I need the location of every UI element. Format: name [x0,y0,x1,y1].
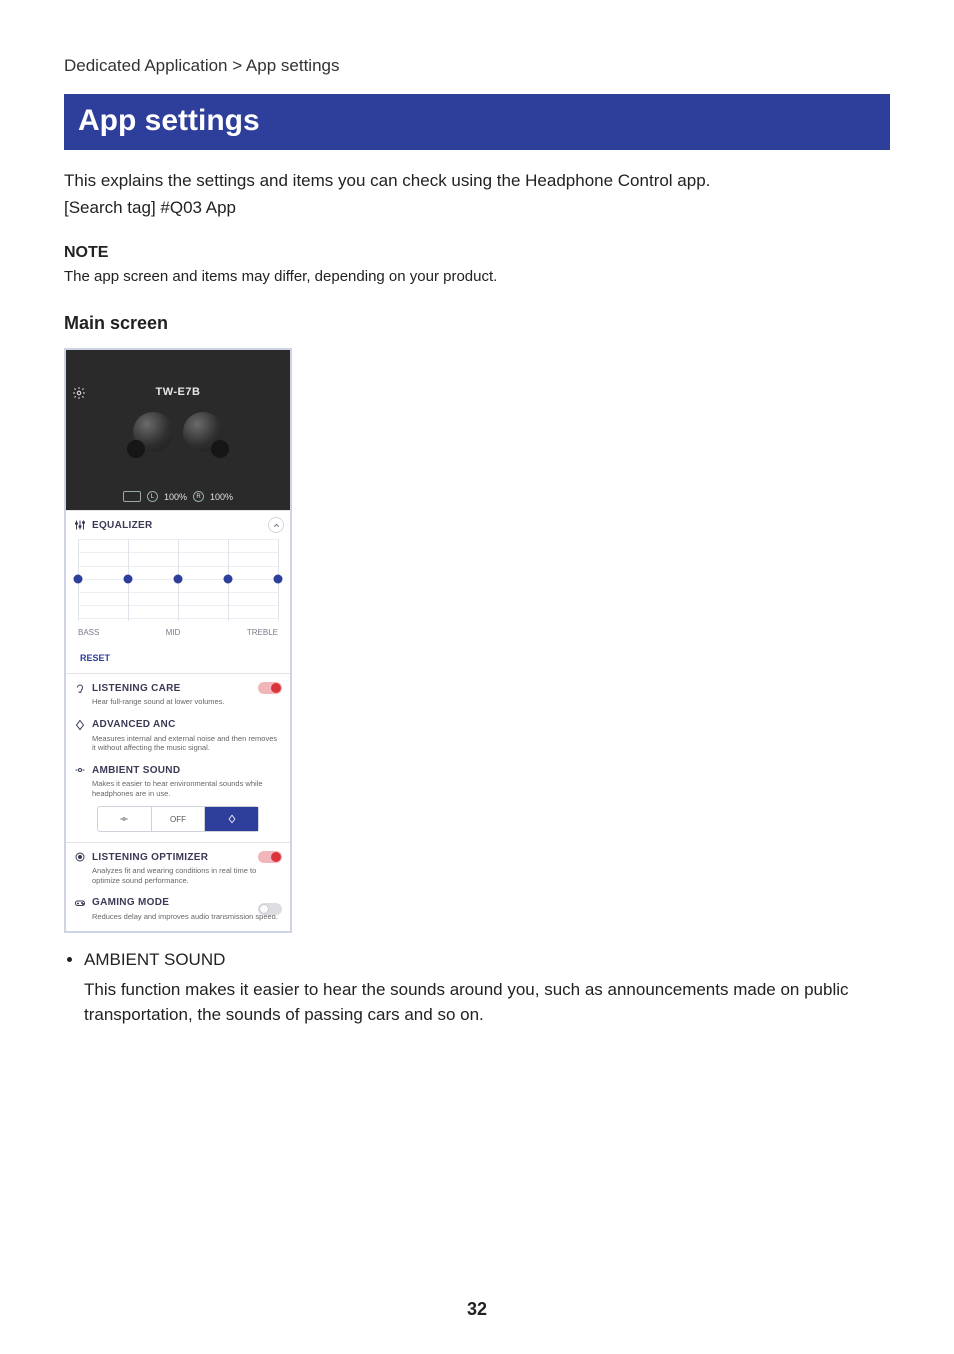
advanced-anc-section: ADVANCED ANC Measures internal and exter… [66,717,290,763]
anc-icon [74,719,86,731]
list-item: AMBIENT SOUND This function makes it eas… [84,947,890,1028]
equalizer-title: EQUALIZER [92,520,152,531]
right-battery-value: 100% [210,492,233,502]
listening-optimizer-desc: Analyzes fit and wearing conditions in r… [92,866,282,885]
intro-text: This explains the settings and items you… [64,168,890,194]
ambient-sound-desc: Makes it easier to hear environmental so… [92,779,282,798]
page-number: 32 [0,1299,954,1320]
right-bud-icon: R [193,491,204,502]
gaming-mode-desc: Reduces delay and improves audio transmi… [92,912,282,921]
listening-care-toggle[interactable] [258,682,282,694]
ear-icon [74,682,86,694]
left-bud-icon: L [147,491,158,502]
case-battery-icon [123,491,141,502]
advanced-anc-desc: Measures internal and external noise and… [92,734,282,753]
page-title: App settings [64,94,890,150]
ambient-icon [74,764,86,776]
listening-optimizer-title: LISTENING OPTIMIZER [92,852,208,863]
advanced-anc-title: ADVANCED ANC [92,719,176,730]
gaming-mode-toggle[interactable] [258,903,282,915]
earbud-image [66,410,290,454]
equalizer-graph[interactable]: BASS MID TREBLE [74,539,282,647]
listening-care-title: LISTENING CARE [92,683,181,694]
search-tag: [Search tag] #Q03 App [64,198,890,218]
section-heading-main-screen: Main screen [64,313,890,334]
left-battery-value: 100% [164,492,187,502]
gamepad-icon [74,897,86,909]
segment-ambient[interactable] [98,807,152,831]
feature-list: AMBIENT SOUND This function makes it eas… [64,947,890,1028]
listening-care-desc: Hear full-range sound at lower volumes. [92,697,282,706]
ambient-sound-section: AMBIENT SOUND Makes it easier to hear en… [66,762,290,842]
equalizer-section: EQUALIZER [66,510,290,673]
eq-label-mid: MID [166,628,181,637]
eq-label-bass: BASS [78,628,99,637]
segment-off[interactable]: OFF [152,807,206,831]
app-screenshot: TW-E7B L 100% R 100% [64,348,292,933]
listening-care-section: LISTENING CARE Hear full-range sound at … [66,673,290,716]
note-body: The app screen and items may differ, dep… [64,268,890,285]
gaming-mode-section: GAMING MODE Reduces delay and improves a… [66,895,290,931]
breadcrumb: Dedicated Application > App settings [64,56,890,76]
bullet-body: This function makes it easier to hear th… [84,977,890,1028]
sliders-icon [74,519,86,531]
battery-status: L 100% R 100% [66,491,290,502]
ambient-sound-segment[interactable]: OFF [97,806,259,832]
app-header: TW-E7B L 100% R 100% [66,350,290,510]
listening-optimizer-toggle[interactable] [258,851,282,863]
reset-button[interactable]: RESET [80,653,282,663]
gaming-mode-title: GAMING MODE [92,897,169,908]
ambient-sound-title: AMBIENT SOUND [92,765,180,776]
bullet-title: AMBIENT SOUND [84,950,225,969]
model-name: TW-E7B [66,386,290,398]
optimizer-icon [74,851,86,863]
segment-anc[interactable] [205,807,258,831]
eq-label-treble: TREBLE [247,628,278,637]
listening-optimizer-section: LISTENING OPTIMIZER Analyzes fit and wea… [66,842,290,895]
note-heading: NOTE [64,244,890,262]
